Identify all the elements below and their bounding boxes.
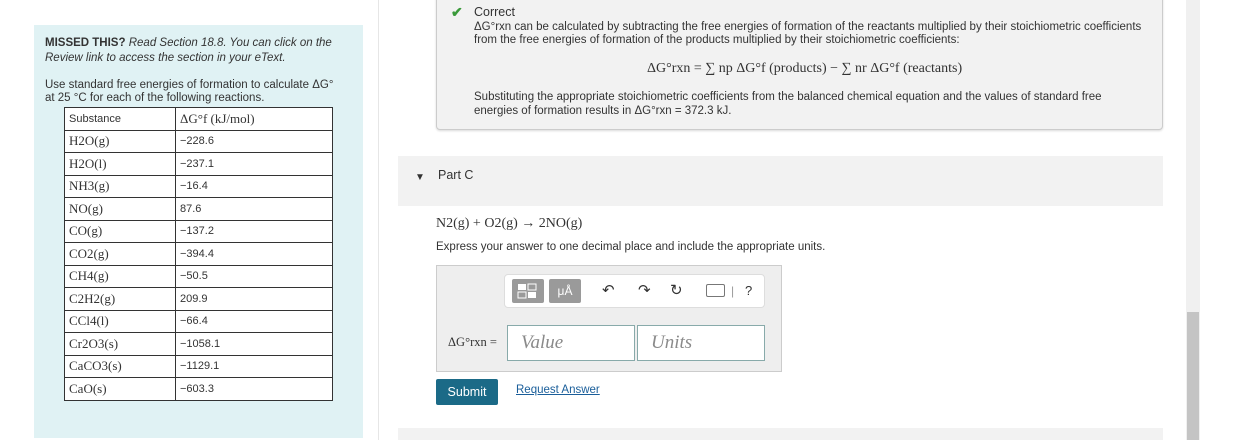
table-row: C2H2(g) 209.9 xyxy=(64,287,333,311)
templates-icon xyxy=(517,283,537,299)
header-substance: Substance xyxy=(64,107,176,131)
cell-value: 87.6 xyxy=(175,197,333,221)
cell-value: −1058.1 xyxy=(175,332,333,356)
toolbar-separator: | xyxy=(731,284,735,298)
checkmark-icon: ✔ xyxy=(451,4,463,20)
cell-value: −137.2 xyxy=(175,219,333,243)
instruction-line-2: at 25 °C for each of the following react… xyxy=(45,91,265,104)
templates-button[interactable] xyxy=(512,279,544,303)
cell-substance: Cr2O3(s) xyxy=(64,332,176,356)
free-energy-table: Substance ΔG°f (kJ/mol) H2O(g) −228.6 H2O… xyxy=(64,107,333,401)
cell-substance: H2O(g) xyxy=(64,129,176,153)
reset-icon[interactable]: ↻ xyxy=(670,282,683,300)
missed-this-note: MISSED THIS? Read Section 18.8. You can … xyxy=(45,36,355,66)
help-icon[interactable]: ? xyxy=(745,282,752,300)
cell-substance: C2H2(g) xyxy=(64,287,176,311)
cell-substance: CO2(g) xyxy=(64,242,176,266)
cell-value: −603.3 xyxy=(175,377,333,401)
units-input[interactable]: Units xyxy=(637,325,765,361)
feedback-explanation-1: ΔG°rxn can be calculated by subtracting … xyxy=(474,21,1142,46)
cell-value: −228.6 xyxy=(175,129,333,153)
units-symbols-button[interactable]: μÅ xyxy=(549,279,581,303)
reaction-equation: N2(g) + O2(g) → 2NO(g) xyxy=(436,216,583,231)
table-row: CO(g) −137.2 xyxy=(64,219,333,243)
redo-arrow-icon[interactable]: ↷ xyxy=(638,282,651,300)
cell-substance: CO(g) xyxy=(64,219,176,243)
column-divider xyxy=(378,0,379,440)
table-row: CO2(g) −394.4 xyxy=(64,242,333,266)
table-row: CaO(s) −603.3 xyxy=(64,377,333,401)
table-row: CCl4(l) −66.4 xyxy=(64,309,333,333)
part-c-label: Part C xyxy=(438,168,474,182)
answer-area: μÅ ↶ ↷ ↻ | ? ΔG°rxn = Value Units xyxy=(436,265,782,372)
missed-this-label: MISSED THIS? xyxy=(45,37,126,49)
undo-arrow-icon[interactable]: ↶ xyxy=(602,282,615,300)
table-row: NO(g) 87.6 xyxy=(64,197,333,221)
part-c-header[interactable]: ▼ Part C xyxy=(398,156,1163,206)
cell-substance: CH4(g) xyxy=(64,264,176,288)
cell-substance: CaO(s) xyxy=(64,377,176,401)
scrollbar-thumb[interactable] xyxy=(1187,312,1199,440)
collapse-triangle-icon[interactable]: ▼ xyxy=(415,172,425,183)
instruction-line-1: Use standard free energies of formation … xyxy=(45,79,334,91)
header-delta-g: ΔG°f (kJ/mol) xyxy=(175,107,333,131)
feedback-explanation-2: Substituting the appropriate stoichiomet… xyxy=(474,91,1102,117)
feedback-formula: ΔG°rxn = ∑ np ΔG°f (products) − ∑ nr ΔG°… xyxy=(647,61,963,76)
cell-value: −50.5 xyxy=(175,264,333,288)
cell-substance: CCl4(l) xyxy=(64,309,176,333)
table-row: H2O(l) −237.1 xyxy=(64,152,333,176)
value-input[interactable]: Value xyxy=(507,325,635,361)
request-answer-link[interactable]: Request Answer xyxy=(516,384,600,396)
cell-value: −16.4 xyxy=(175,174,333,198)
table-row: H2O(g) −228.6 xyxy=(64,129,333,153)
cell-value: −1129.1 xyxy=(175,354,333,378)
table-row: Cr2O3(s) −1058.1 xyxy=(64,332,333,356)
cell-value: −394.4 xyxy=(175,242,333,266)
cell-substance: NH3(g) xyxy=(64,174,176,198)
table-row: CH4(g) −50.5 xyxy=(64,264,333,288)
variable-label: ΔG°rxn = xyxy=(448,335,497,349)
correct-feedback-box: ✔ Correct ΔG°rxn can be calculated by su… xyxy=(436,0,1163,130)
cell-value: 209.9 xyxy=(175,287,333,311)
cell-value: −237.1 xyxy=(175,152,333,176)
submit-button[interactable]: Submit xyxy=(436,379,498,405)
info-panel: MISSED THIS? Read Section 18.8. You can … xyxy=(34,25,363,438)
keyboard-icon[interactable] xyxy=(706,284,725,297)
table-row: CaCO3(s) −1129.1 xyxy=(64,354,333,378)
next-part-header[interactable] xyxy=(398,428,1163,440)
cell-value: −66.4 xyxy=(175,309,333,333)
cell-substance: CaCO3(s) xyxy=(64,354,176,378)
feedback-status: Correct xyxy=(474,5,515,19)
table-row: NH3(g) −16.4 xyxy=(64,174,333,198)
table-header-row: Substance ΔG°f (kJ/mol) xyxy=(64,107,333,131)
instructions: Use standard free energies of formation … xyxy=(45,79,360,104)
answer-instruction: Express your answer to one decimal place… xyxy=(436,241,826,253)
cell-substance: H2O(l) xyxy=(64,152,176,176)
equation-toolbar: μÅ ↶ ↷ ↻ | ? xyxy=(504,274,765,308)
cell-substance: NO(g) xyxy=(64,197,176,221)
